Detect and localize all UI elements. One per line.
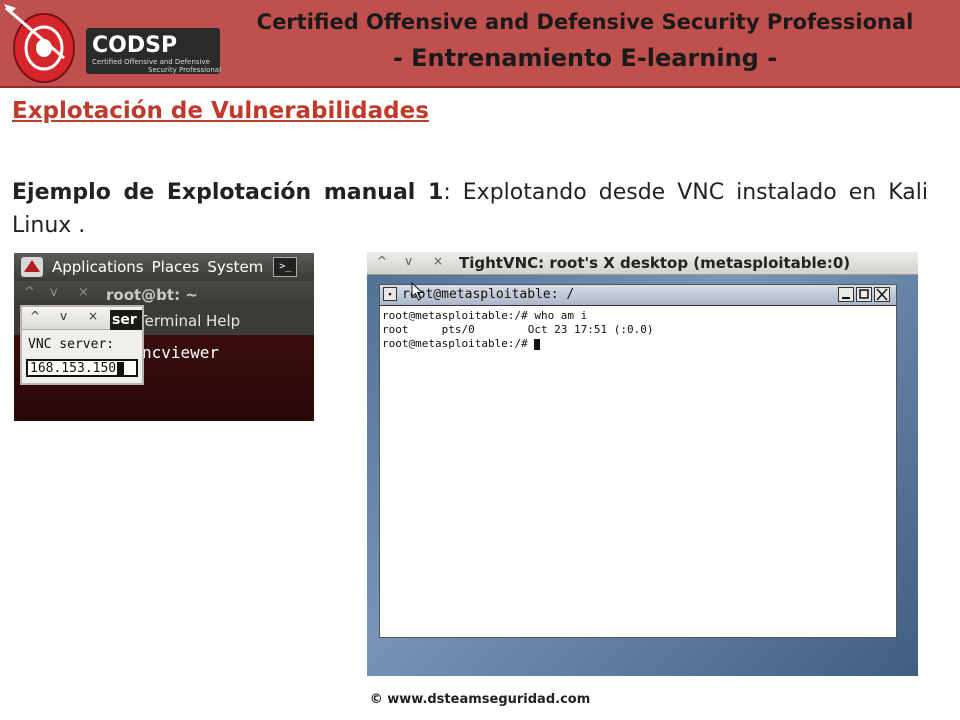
vnc-minimize-button[interactable]: v — [405, 254, 412, 268]
svg-text:Security Professional: Security Professional — [148, 66, 221, 74]
body-paragraph: Ejemplo de Explotación manual 1: Explota… — [12, 176, 928, 242]
dialog-close-button[interactable]: × — [88, 309, 98, 323]
svg-text:Certified Offensive and Defens: Certified Offensive and Defensive — [92, 58, 210, 66]
panel-menu-applications[interactable]: Applications — [52, 258, 144, 276]
terminal-titlebar: ^ v × root@bt: ~ — [14, 281, 314, 307]
header-title: Certified Offensive and Defensive Securi… — [256, 10, 914, 34]
vnc-server-label: VNC server: — [28, 337, 115, 352]
codsp-logo: CODSP Certified Offensive and Defensive … — [4, 4, 221, 83]
vnc-server-input[interactable]: 168.153.150 — [26, 359, 138, 377]
tightvnc-screenshot: ^ v × TightVNC: root's X desktop (metasp… — [367, 252, 918, 676]
tightvnc-titlebar: ^ v × TightVNC: root's X desktop (metasp… — [367, 252, 918, 275]
xterm-output: root@metasploitable:/# who am i root pts/… — [382, 309, 654, 351]
dialog-maximize-button[interactable]: ^ — [30, 309, 40, 323]
xterm-maximize-button[interactable] — [856, 287, 872, 302]
terminal-line: root@metasploitable:/# — [382, 337, 535, 350]
xterm-menu-icon[interactable]: ▪ — [383, 287, 397, 301]
lead-separator: : — [443, 180, 451, 205]
xterm-close-button[interactable] — [874, 287, 890, 302]
vnc-close-button[interactable]: × — [433, 254, 443, 268]
terminal-line: root@metasploitable:/# who am i — [382, 309, 588, 322]
xterm-window[interactable]: ▪ root@metasploitable: / root@metasploit… — [379, 284, 897, 638]
example-lead: Ejemplo de Explotación manual 1 — [12, 180, 444, 205]
terminal-command: ncviewer — [142, 343, 220, 362]
xterm-title: root@metasploitable: / — [402, 287, 575, 302]
panel-menu-places[interactable]: Places — [152, 258, 200, 276]
header-subtitle: - Entrenamiento E-learning - — [392, 44, 778, 72]
kali-vncviewer-screenshot: Applications Places System >_ ^ v × root… — [14, 253, 314, 421]
svg-text:CODSP: CODSP — [92, 33, 177, 58]
copyright-footer: © www.dsteamseguridad.com — [369, 692, 591, 707]
terminal-maximize-button[interactable]: ^ — [24, 285, 35, 300]
terminal-cursor — [534, 338, 541, 350]
kali-dragon-icon — [21, 257, 43, 277]
tightvnc-window-title: TightVNC: root's X desktop (metasploitab… — [459, 254, 851, 272]
text-caret — [117, 362, 125, 375]
terminal-tab-fragment: ser — [110, 310, 142, 330]
terminal-close-button[interactable]: × — [78, 285, 89, 300]
xterm-titlebar: ▪ root@metasploitable: / — [380, 285, 896, 306]
vnc-maximize-button[interactable]: ^ — [377, 254, 387, 268]
panel-menu-system[interactable]: System — [207, 258, 263, 276]
xterm-minimize-button[interactable] — [838, 287, 854, 302]
dialog-minimize-button[interactable]: v — [60, 309, 67, 323]
terminal-menu-terminal[interactable]: Terminal — [138, 312, 201, 330]
terminal-prompt-line: root@metasploitable:/# — [382, 337, 654, 351]
terminal-launcher-icon[interactable]: >_ — [273, 257, 298, 277]
vnc-server-value: 168.153.150 — [30, 361, 117, 376]
terminal-line: root pts/0 Oct 23 17:51 (:0.0) — [382, 323, 654, 336]
terminal-menu-help[interactable]: Help — [206, 312, 240, 330]
gnome-top-panel: Applications Places System >_ — [14, 253, 314, 281]
header-banner: CODSP Certified Offensive and Defensive … — [0, 0, 960, 88]
terminal-title: root@bt: ~ — [106, 286, 198, 304]
mouse-pointer-icon — [411, 282, 424, 301]
terminal-minimize-button[interactable]: v — [50, 285, 58, 300]
section-title: Explotación de Vulnerabilidades — [12, 98, 429, 124]
